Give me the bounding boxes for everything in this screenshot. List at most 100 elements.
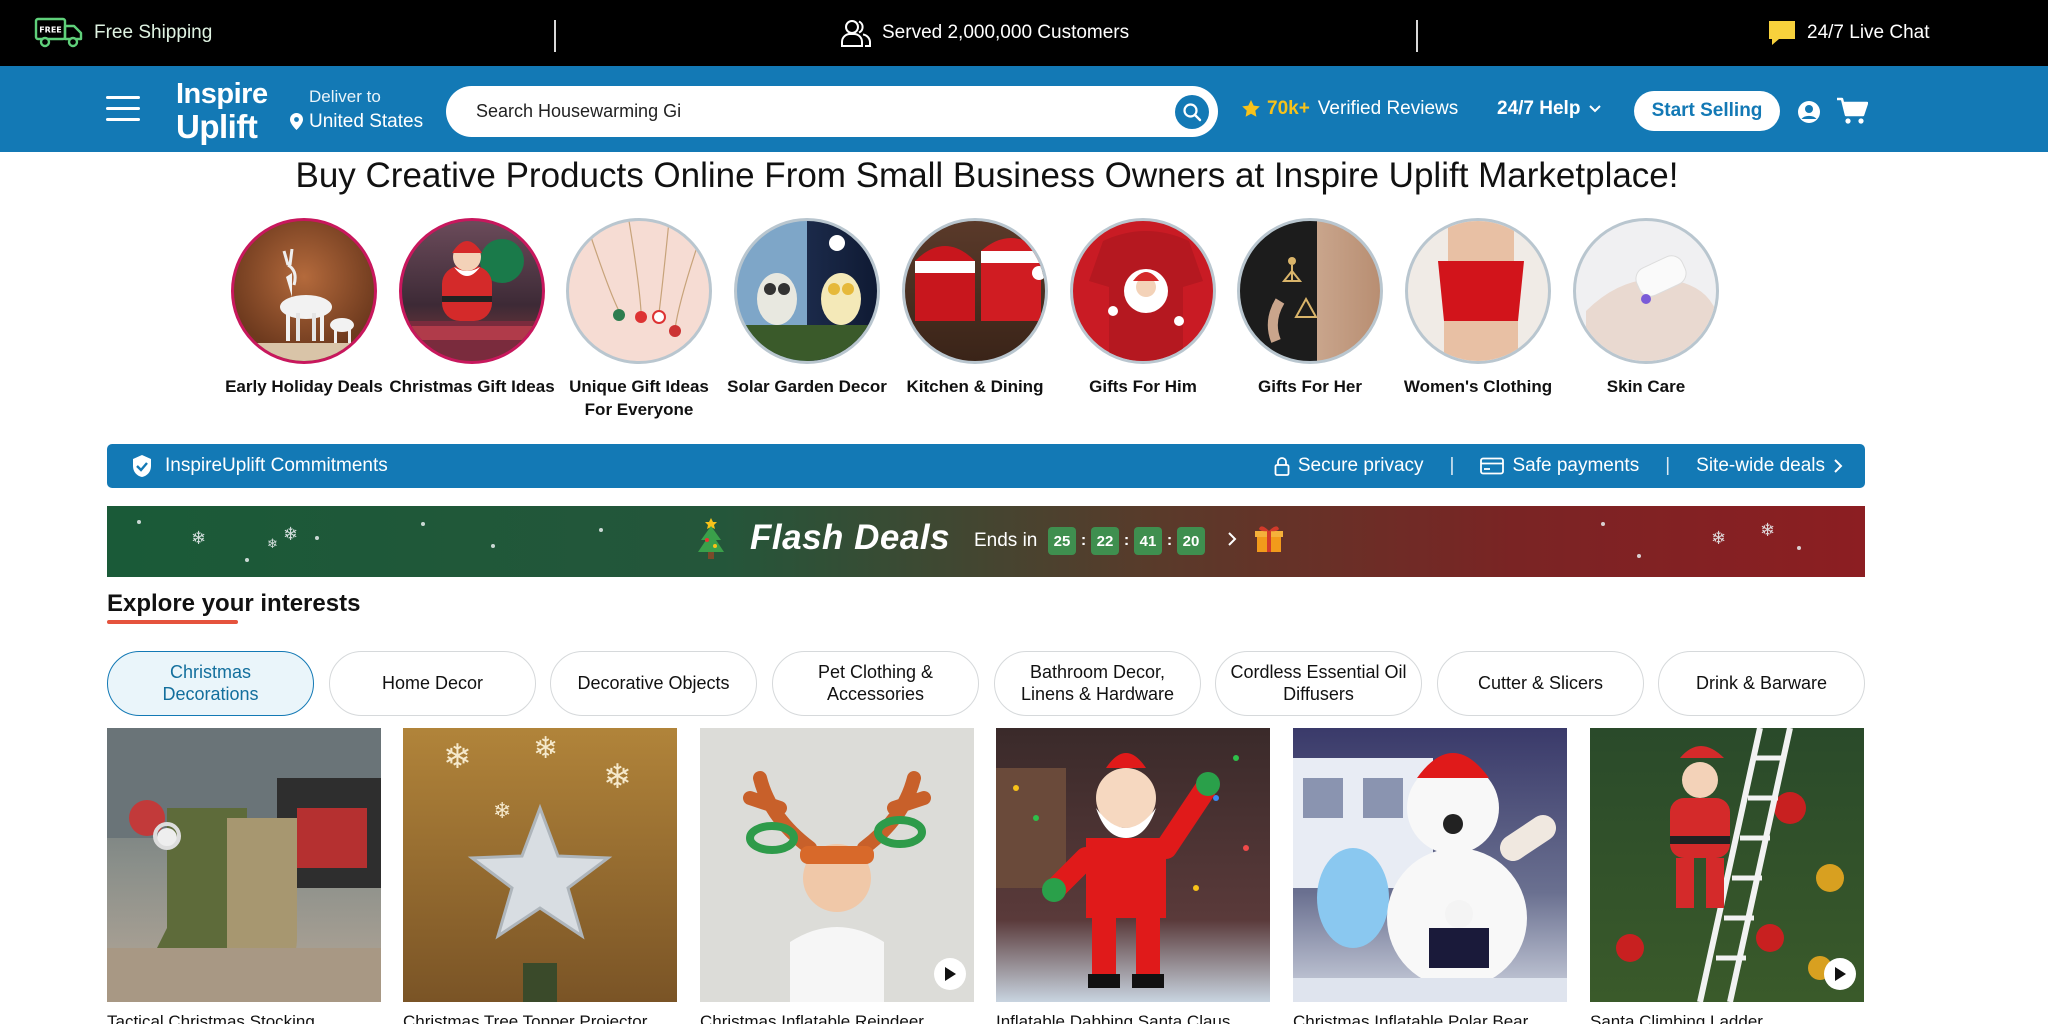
stocking-image <box>107 728 381 1002</box>
logo[interactable]: Inspire Uplift <box>172 78 272 145</box>
timer-minutes: 41 <box>1134 527 1162 555</box>
help-dropdown[interactable]: 24/7 Help <box>1497 98 1602 120</box>
chevron-right-icon <box>1228 532 1237 546</box>
snow-dot <box>421 522 425 526</box>
product-card[interactable]: Inflatable Dabbing Santa Claus <box>996 728 1270 1024</box>
category-image <box>1573 218 1719 364</box>
product-card[interactable]: Tactical Christmas Stocking <box>107 728 381 1024</box>
category-unique-gift-ideas[interactable]: Unique Gift Ideas For Everyone <box>554 218 724 422</box>
account-icon[interactable] <box>1797 100 1821 124</box>
category-label: Christmas Gift Ideas <box>389 377 555 396</box>
svg-text:❄: ❄ <box>493 799 511 824</box>
category-label: Gifts For Him <box>1089 377 1197 396</box>
shield-check-icon <box>133 455 151 477</box>
snow-dot <box>137 520 141 524</box>
category-gifts-for-her[interactable]: Gifts For Her <box>1225 218 1395 398</box>
product-name: Christmas Tree Topper Projector <box>403 1012 648 1024</box>
category-womens-clothing[interactable]: Women's Clothing <box>1393 218 1563 398</box>
chevron-down-icon <box>1589 105 1602 113</box>
menu-icon[interactable] <box>106 96 140 122</box>
countdown-timer: 25 : 22 : 41 : 20 <box>1048 527 1205 555</box>
deliver-country: United States <box>309 110 424 132</box>
verified-reviews[interactable]: 70k+ Verified Reviews <box>1241 98 1458 120</box>
category-label: Early Holiday Deals <box>225 377 383 396</box>
site-header: Inspire Uplift Deliver to United States … <box>0 66 2048 152</box>
snowflake-icon: ❄ <box>1711 528 1727 548</box>
play-icon <box>945 967 956 981</box>
star-topper-image: ❄ ❄ ❄ ❄ <box>443 731 632 1002</box>
separator: | <box>1665 455 1671 476</box>
product-name: Inflatable Dabbing Santa Claus <box>996 1012 1231 1024</box>
product-image <box>1293 728 1567 1002</box>
truck-icon: FREE <box>34 17 83 48</box>
snow-dot <box>245 558 249 562</box>
announcement-bar: FREE Free Shipping Served 2,000,000 Cust… <box>0 0 2048 66</box>
polar-bear-image <box>1293 753 1567 1002</box>
live-chat-link[interactable]: 24/7 Live Chat <box>1767 0 1930 66</box>
interest-pill-pet-clothing[interactable]: Pet Clothing & Accessories <box>772 651 979 716</box>
category-label: Women's Clothing <box>1403 377 1553 396</box>
chat-bubble-icon <box>1769 21 1795 45</box>
red-top-image <box>1438 221 1524 361</box>
category-early-holiday-deals[interactable]: Early Holiday Deals <box>219 218 389 398</box>
free-shipping: FREE Free Shipping <box>34 0 212 66</box>
interest-pill-oil-diffusers[interactable]: Cordless Essential Oil Diffusers <box>1215 651 1422 716</box>
interest-pill-bathroom-decor[interactable]: Bathroom Decor, Linens & Hardware <box>994 651 1201 716</box>
interest-pill-drink-barware[interactable]: Drink & Barware <box>1658 651 1865 716</box>
free-shipping-label: Free Shipping <box>94 22 213 43</box>
christmas-hoodie-image <box>1089 231 1203 361</box>
chevron-right-icon <box>1834 459 1843 473</box>
search-input[interactable] <box>476 86 1156 137</box>
reindeer-ring-toss-image <box>743 771 931 1002</box>
logo-line2: Uplift <box>176 108 258 145</box>
secure-privacy[interactable]: Secure privacy <box>1274 455 1424 477</box>
dabbing-santa-image <box>996 753 1249 988</box>
category-skin-care[interactable]: Skin Care <box>1561 218 1731 398</box>
site-wide-deals-link[interactable]: Site-wide deals <box>1696 455 1843 477</box>
svg-text:❄: ❄ <box>533 731 558 766</box>
separator: | <box>1449 455 1455 476</box>
play-video-button[interactable] <box>934 958 966 990</box>
product-card[interactable]: Santa Climbing Ladder <box>1590 728 1864 1024</box>
timer-seconds: 20 <box>1177 527 1205 555</box>
category-label: Solar Garden Decor <box>727 377 887 396</box>
snowflake-icon: ❄ <box>191 528 207 548</box>
category-christmas-gift-ideas[interactable]: Christmas Gift Ideas <box>387 218 557 398</box>
cart-icon[interactable] <box>1836 96 1868 126</box>
play-video-button[interactable] <box>1824 958 1856 990</box>
commitments-bar: InspireUplift Commitments Secure privacy… <box>107 444 1865 488</box>
flash-deals-banner[interactable]: ❄ ❄ ❄ ❄ ❄ Flash Deals Ends in 25 : 22 : … <box>107 506 1865 577</box>
gift-icon <box>1255 526 1283 552</box>
search-button[interactable] <box>1175 95 1209 129</box>
category-image <box>566 218 712 364</box>
category-gifts-for-him[interactable]: Gifts For Him <box>1058 218 1228 398</box>
inflatable-santa-image <box>402 239 542 361</box>
divider <box>554 20 556 52</box>
interest-pill-home-decor[interactable]: Home Decor <box>329 651 536 716</box>
snow-dot <box>315 536 319 540</box>
interest-pill-christmas-decorations[interactable]: Christmas Decorations <box>107 651 314 716</box>
product-card[interactable]: ❄ ❄ ❄ ❄ Christmas Tree Topper Projector <box>403 728 677 1024</box>
category-solar-garden-decor[interactable]: Solar Garden Decor <box>722 218 892 398</box>
product-name: Tactical Christmas Stocking <box>107 1012 315 1024</box>
category-kitchen-dining[interactable]: Kitchen & Dining <box>890 218 1060 398</box>
commitments-title: InspireUplift Commitments <box>131 444 388 488</box>
card-icon <box>1480 457 1505 475</box>
skin-device-image <box>1586 255 1716 361</box>
site-wide-deals-label: Site-wide deals <box>1696 455 1825 476</box>
svg-text:❄: ❄ <box>443 737 472 777</box>
category-image <box>734 218 880 364</box>
interest-pill-decorative-objects[interactable]: Decorative Objects <box>550 651 757 716</box>
product-card[interactable]: Christmas Inflatable Polar Bear <box>1293 728 1567 1024</box>
santa-ladder-image <box>1616 728 1844 1002</box>
logo-line1: Inspire <box>176 78 268 110</box>
deliver-to[interactable]: Deliver to United States <box>290 86 423 135</box>
category-image <box>1070 218 1216 364</box>
start-selling-button[interactable]: Start Selling <box>1634 91 1780 131</box>
solar-owls-image <box>737 235 877 361</box>
earrings-image <box>1267 257 1318 343</box>
safe-payments[interactable]: Safe payments <box>1480 455 1639 477</box>
product-card[interactable]: Christmas Inflatable Reindeer <box>700 728 974 1024</box>
interest-pill-cutter-slicers[interactable]: Cutter & Slicers <box>1437 651 1644 716</box>
product-image <box>107 728 381 1002</box>
